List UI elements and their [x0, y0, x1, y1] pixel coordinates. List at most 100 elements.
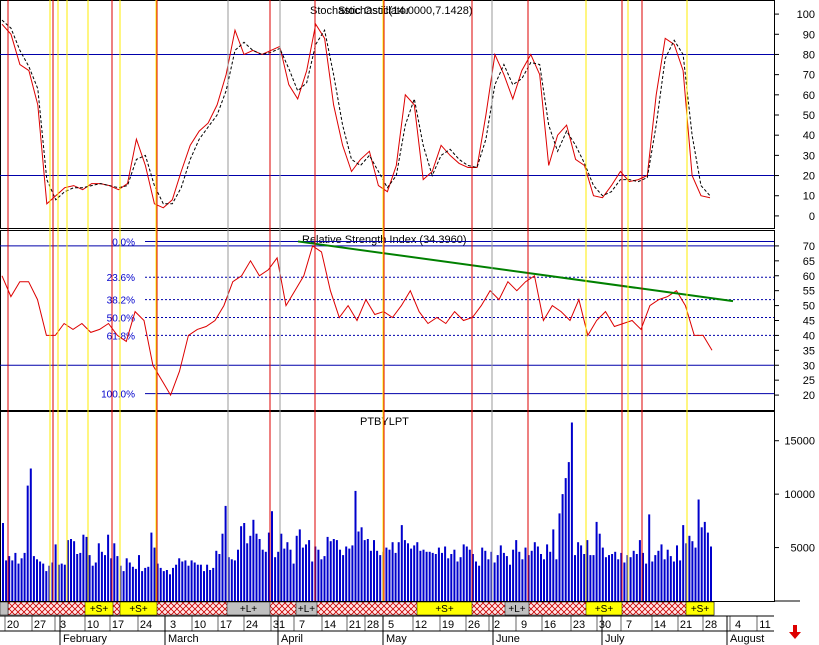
- volume-bar: [710, 546, 712, 601]
- volume-ytick-label: 15000: [784, 436, 815, 448]
- volume-bar: [271, 511, 273, 601]
- stochastic-ytick-label: 60: [803, 90, 815, 102]
- volume-bar: [150, 532, 153, 601]
- rsi-ytick-label: 40: [803, 330, 815, 342]
- volume-bar: [107, 534, 110, 601]
- day-label: 3: [170, 619, 176, 631]
- band-label: +S+: [129, 604, 148, 615]
- volume-bar: [691, 541, 694, 601]
- fib-level-label: 23.6%: [107, 273, 135, 284]
- volume-bar: [592, 555, 595, 601]
- rsi-ytick-label: 60: [803, 271, 815, 283]
- volume-bar: [564, 478, 567, 601]
- volume-bar: [456, 561, 459, 601]
- volume-bar: [369, 550, 372, 601]
- volume-bar: [648, 514, 651, 601]
- volume-bar: [162, 571, 165, 601]
- volume-bar: [36, 559, 38, 601]
- volume-bar: [332, 539, 335, 601]
- volume-bar: [165, 570, 168, 601]
- volume-bar: [468, 549, 471, 601]
- volume-bar: [567, 462, 570, 601]
- volume-bar: [193, 562, 196, 601]
- volume-bar: [555, 559, 558, 601]
- day-label: 23: [573, 619, 585, 631]
- volume-bar: [366, 539, 369, 601]
- volume-bar: [76, 554, 79, 601]
- volume-bar: [289, 549, 292, 601]
- volume-bar: [11, 560, 14, 601]
- volume-bar: [397, 542, 400, 601]
- day-label: 2: [494, 619, 500, 631]
- rsi-ytick-label: 55: [803, 286, 815, 298]
- volume-bar: [505, 556, 508, 601]
- volume-bar: [672, 561, 675, 601]
- volume-bar: [122, 571, 125, 601]
- volume-bar: [39, 561, 42, 601]
- down-arrow-icon[interactable]: [788, 624, 802, 640]
- volume-bar: [196, 564, 199, 601]
- volume-bar: [459, 557, 462, 601]
- stochastic-ytick-label: 10: [803, 191, 815, 203]
- month-label: April: [281, 633, 303, 645]
- volume-bar: [357, 531, 360, 601]
- volume-ytick-label: 5000: [791, 543, 815, 555]
- volume-bar: [437, 547, 440, 601]
- fib-level-label: 50.0%: [107, 314, 135, 325]
- rsi-ytick-label: 65: [803, 256, 815, 268]
- volume-bar: [141, 571, 144, 601]
- volume-bar: [308, 540, 311, 601]
- stochastic-title-params: Stochastic(14.0000,7.1428): [338, 5, 473, 17]
- day-label: 14: [654, 619, 666, 631]
- volume-bar: [601, 547, 604, 601]
- volume-bar: [611, 554, 614, 601]
- volume-bar: [478, 565, 481, 601]
- volume-bar: [487, 559, 490, 601]
- volume-bar: [233, 560, 236, 601]
- volume-bar: [400, 525, 403, 601]
- volume-bar: [419, 550, 422, 601]
- fib-level-label: 100.0%: [101, 390, 135, 401]
- band-label: +S+: [435, 604, 454, 615]
- volume-bar: [5, 560, 8, 601]
- month-label: June: [496, 633, 520, 645]
- band-label: +L+: [240, 604, 257, 615]
- stochastic-frame: [0, 0, 775, 229]
- volume-bar: [638, 540, 641, 601]
- volume-bar: [255, 533, 258, 601]
- rsi-ytick-label: 70: [803, 241, 815, 253]
- volume-bar: [391, 542, 394, 601]
- volume-bar: [666, 549, 669, 601]
- volume-bar: [679, 560, 682, 601]
- volume-bar: [138, 555, 140, 601]
- volume-bar: [215, 550, 218, 601]
- volume-bar: [549, 551, 552, 601]
- volume-bar: [342, 555, 345, 601]
- volume-bar: [635, 554, 638, 601]
- volume-bar: [614, 551, 617, 601]
- volume-bar: [187, 565, 190, 601]
- stochastic-ytick-label: 40: [803, 130, 815, 142]
- volume-bar: [280, 533, 283, 601]
- rsi-trendline: [297, 240, 734, 303]
- stochastic-series-k: [1, 22, 711, 209]
- day-label: 24: [140, 619, 152, 631]
- volume-bar: [113, 543, 116, 601]
- volume-bar: [589, 555, 592, 601]
- day-label: 30: [599, 619, 611, 631]
- volume-bar: [552, 529, 555, 601]
- volume-bar: [515, 540, 518, 601]
- volume-bar: [20, 558, 23, 601]
- day-label: 19: [442, 619, 454, 631]
- volume-bar: [323, 556, 326, 601]
- volume-bar: [240, 526, 243, 601]
- volume-bar: [17, 563, 20, 601]
- volume-bar: [512, 549, 515, 601]
- rsi-panel: Relative Strength Index (34.3960) 202530…: [0, 234, 815, 402]
- volume-bar: [85, 536, 88, 601]
- volume-bar: [88, 555, 91, 601]
- band-label: +L+: [508, 604, 525, 615]
- volume-bar: [79, 552, 82, 601]
- volume-bar: [388, 549, 391, 601]
- chart-root: Stochastic Oscillator Stochastic(14.0000…: [0, 0, 819, 645]
